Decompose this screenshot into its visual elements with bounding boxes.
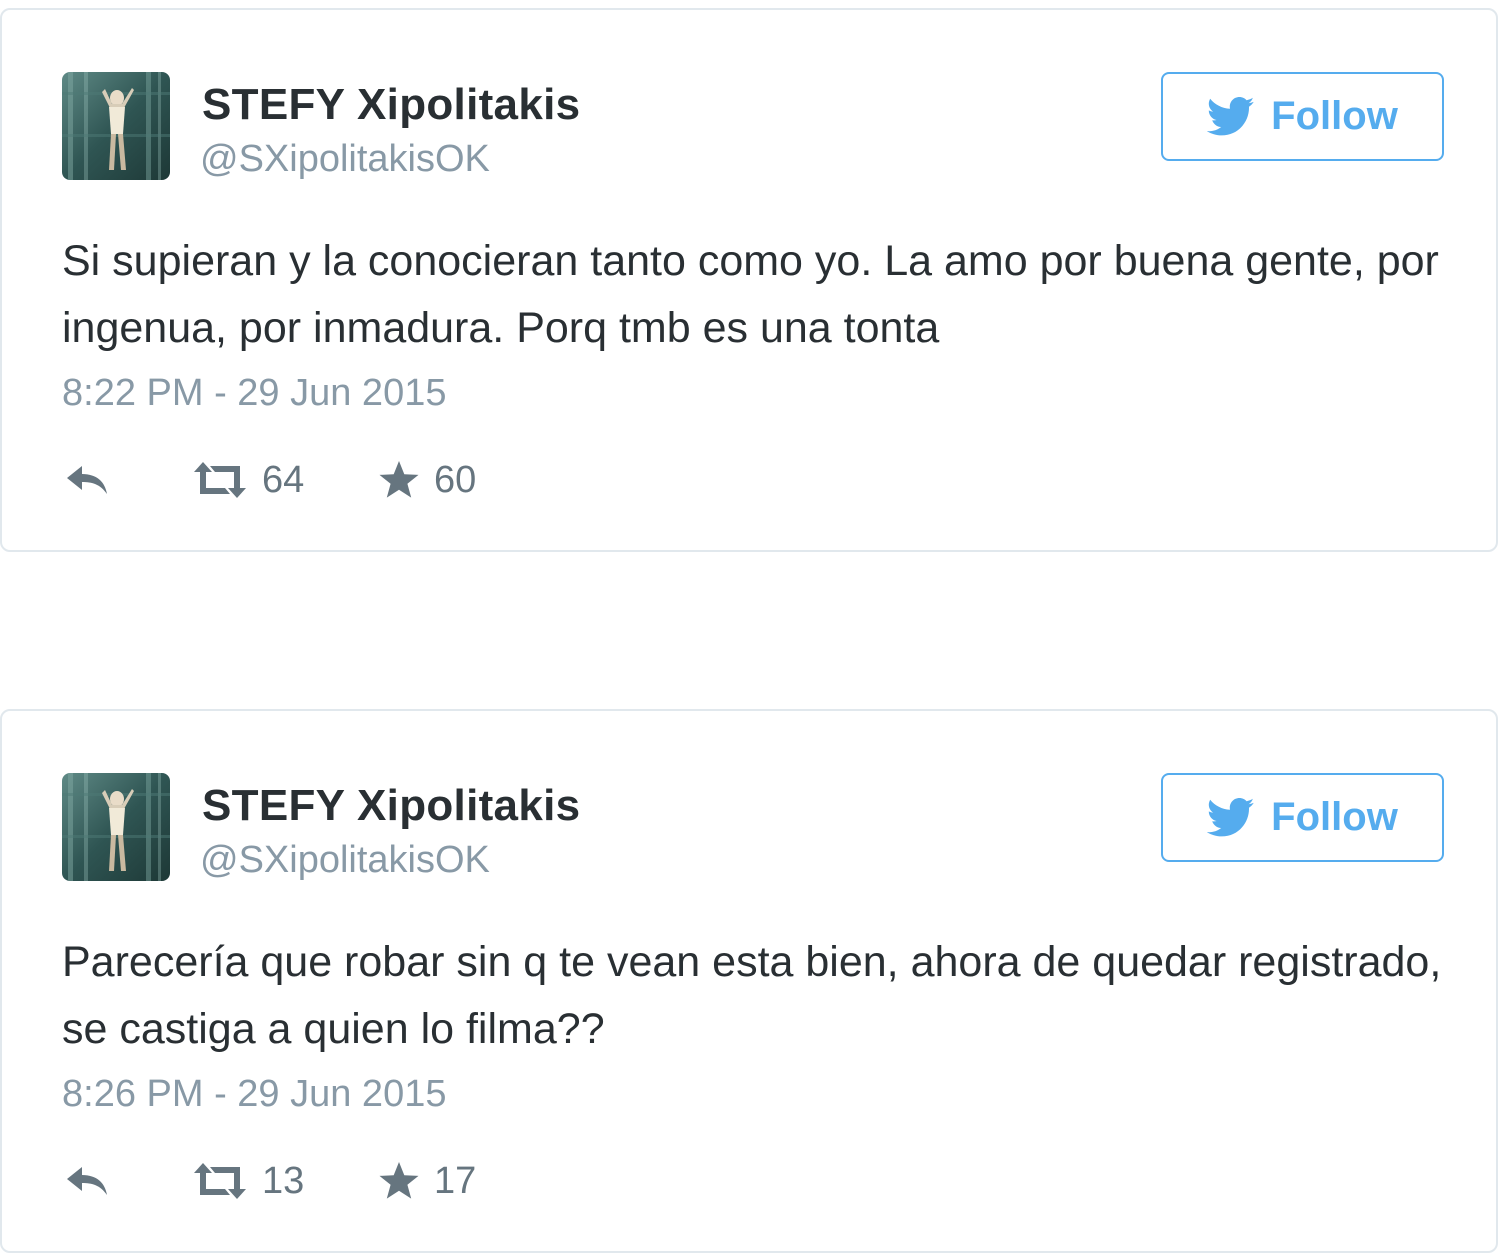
retweet-button[interactable]: 13 bbox=[192, 1156, 304, 1206]
tweet-card: STEFY Xipolitakis @SXipolitakisOK Follow… bbox=[0, 709, 1498, 1253]
star-icon bbox=[379, 1162, 419, 1199]
tweet-text: Si supieran y la conocieran tanto como y… bbox=[62, 237, 1439, 352]
avatar[interactable] bbox=[62, 72, 170, 180]
retweet-count: 64 bbox=[262, 458, 305, 501]
tweet-card: STEFY Xipolitakis @SXipolitakisOK Follow… bbox=[0, 8, 1498, 552]
author-handle[interactable]: @SXipolitakisOK bbox=[200, 138, 490, 181]
follow-button[interactable]: Follow bbox=[1161, 72, 1444, 161]
follow-label: Follow bbox=[1271, 795, 1398, 839]
retweet-button[interactable]: 64 bbox=[192, 455, 304, 505]
retweet-count: 13 bbox=[262, 1159, 305, 1202]
timestamp[interactable]: 8:22 PM - 29 Jun 2015 bbox=[62, 372, 446, 415]
author-handle[interactable]: @SXipolitakisOK bbox=[200, 839, 490, 882]
author-name[interactable]: STEFY Xipolitakis bbox=[202, 781, 580, 831]
favorite-button[interactable]: 17 bbox=[378, 1156, 476, 1206]
reply-icon bbox=[67, 466, 107, 494]
favorite-count: 17 bbox=[434, 1159, 477, 1202]
reply-icon bbox=[67, 1167, 107, 1195]
reply-button[interactable] bbox=[64, 1156, 110, 1206]
avatar[interactable] bbox=[62, 773, 170, 881]
favorite-button[interactable]: 60 bbox=[378, 455, 476, 505]
avatar-image bbox=[62, 72, 170, 180]
star-icon bbox=[379, 461, 419, 498]
twitter-bird-icon bbox=[1207, 797, 1255, 836]
retweet-icon bbox=[194, 462, 246, 498]
follow-label: Follow bbox=[1271, 94, 1398, 138]
follow-button[interactable]: Follow bbox=[1161, 773, 1444, 862]
author-name[interactable]: STEFY Xipolitakis bbox=[202, 80, 580, 130]
reply-button[interactable] bbox=[64, 455, 110, 505]
tweet-text: Parecería que robar sin q te vean esta b… bbox=[62, 938, 1442, 1053]
timestamp[interactable]: 8:26 PM - 29 Jun 2015 bbox=[62, 1073, 446, 1116]
avatar-image bbox=[62, 773, 170, 881]
retweet-icon bbox=[194, 1163, 246, 1199]
favorite-count: 60 bbox=[434, 458, 477, 501]
twitter-bird-icon bbox=[1207, 96, 1255, 135]
